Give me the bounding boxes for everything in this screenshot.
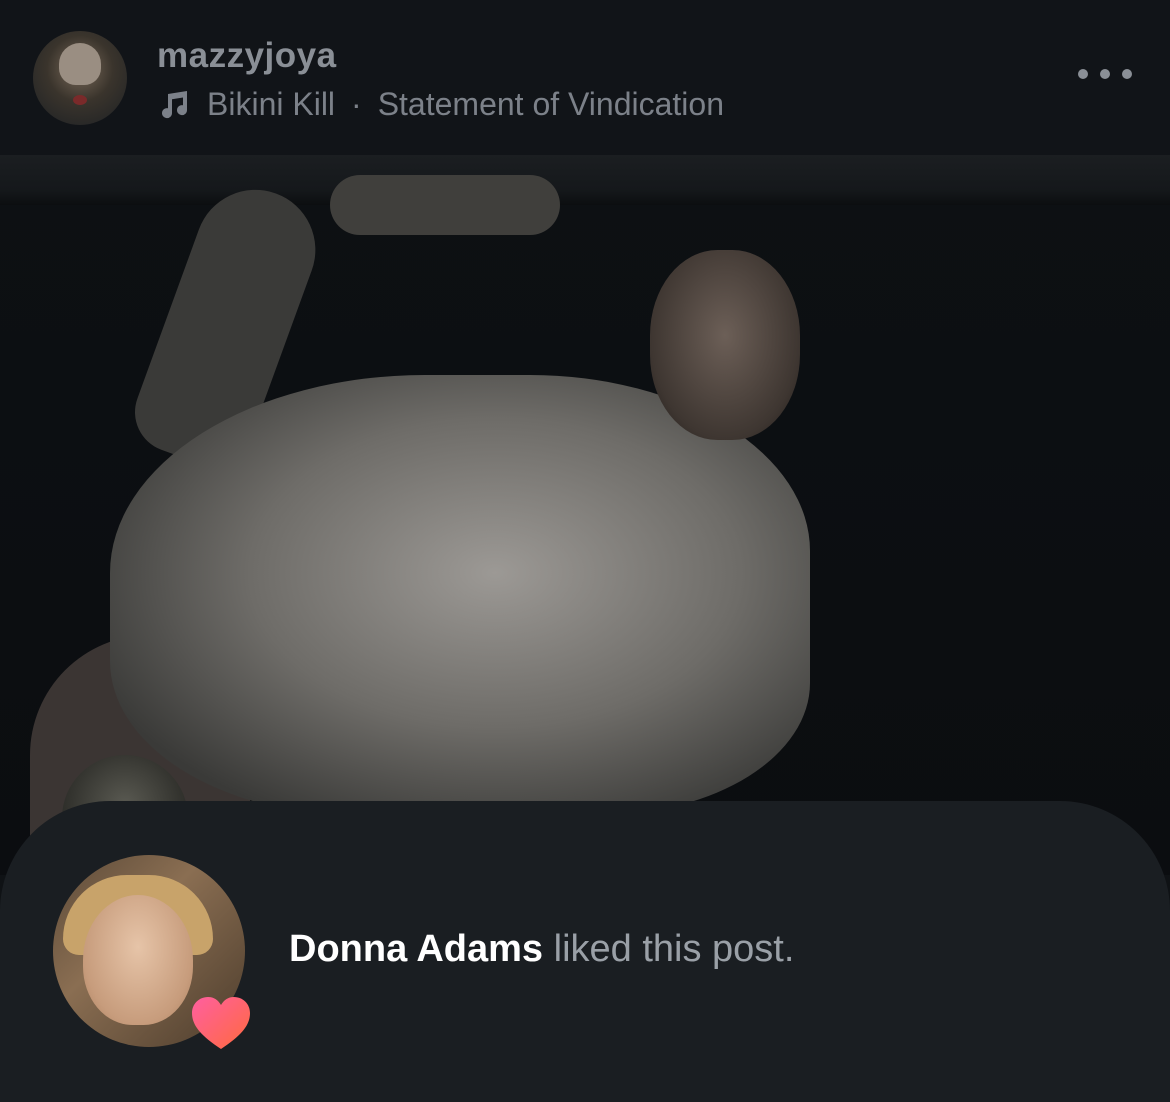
more-dot [1100, 69, 1110, 79]
music-track: Statement of Vindication [377, 86, 724, 122]
heart-icon [192, 997, 250, 1049]
author-avatar[interactable] [33, 31, 127, 125]
photo-body-shape [110, 375, 810, 815]
music-note-icon [162, 90, 188, 118]
more-dot [1122, 69, 1132, 79]
more-options-icon[interactable] [1078, 62, 1132, 86]
photo-hand-shape [330, 175, 560, 235]
photo-beam [0, 155, 1170, 205]
photo-head-shape [650, 250, 800, 440]
avatar-mask-shape [59, 43, 101, 85]
liker-name[interactable]: Donna Adams [289, 928, 543, 970]
author-username[interactable]: mazzyjoya [157, 36, 337, 76]
more-dot [1078, 69, 1088, 79]
liker-face-shape [83, 895, 193, 1025]
post-header: mazzyjoya Bikini Kill · Statement of Vin… [0, 0, 1170, 155]
music-attribution[interactable]: Bikini Kill · Statement of Vindication [157, 86, 724, 123]
music-separator: · [351, 86, 362, 122]
like-action-text: liked this post. [543, 928, 795, 970]
music-artist: Bikini Kill [207, 86, 336, 122]
post-photo[interactable] [0, 155, 1170, 875]
like-notification-text: Donna Adams liked this post. [289, 928, 794, 971]
avatar-mouth-shape [73, 95, 87, 105]
